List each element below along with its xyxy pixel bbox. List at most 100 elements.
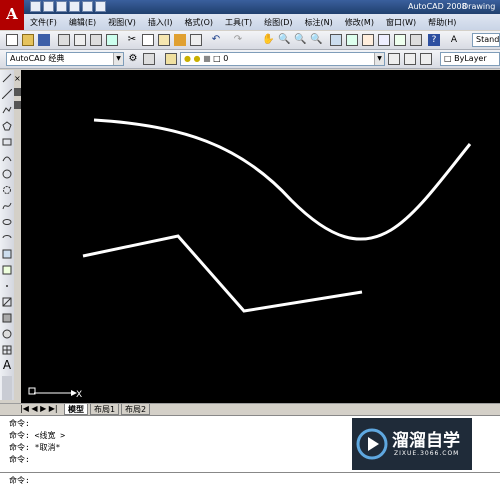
3d-dwf-icon[interactable] [106,34,118,46]
menu-insert[interactable]: 插入(I) [142,17,179,28]
workspace-settings-icon[interactable] [143,53,155,65]
menu-dimension[interactable]: 标注(N) [299,17,339,28]
qnew-icon[interactable] [6,34,18,46]
tab-layout2[interactable]: 布局2 [121,404,151,415]
design-center-icon[interactable] [346,34,358,46]
block-editor-icon[interactable] [190,34,202,46]
zoom-realtime-icon[interactable]: 🔍 [278,34,290,46]
polygon-icon[interactable] [2,121,12,131]
tool-palettes-icon[interactable] [362,34,374,46]
tab-nav-arrows[interactable]: |◀ ◀ ▶ ▶| [20,404,58,413]
sheet-set-icon[interactable] [378,34,390,46]
command-prompt: 命令: [9,476,30,485]
autocad-logo[interactable]: A [0,0,24,30]
polyline-shape[interactable] [82,234,363,313]
redo-tool-icon[interactable]: ↷ [232,34,244,46]
document-title: Drawing [462,2,496,11]
ellipse-icon[interactable] [2,217,12,227]
line-icon[interactable] [2,73,12,83]
tab-model[interactable]: 模型 [64,404,88,415]
undo-tool-icon[interactable]: ↶ [210,34,222,46]
undo-icon[interactable] [82,1,93,12]
circle-icon[interactable] [2,169,12,179]
quick-access-toolbar [30,1,106,13]
menu-view[interactable]: 视图(V) [102,17,142,28]
copy-icon[interactable] [142,34,154,46]
command-input[interactable]: 命令: [0,472,500,487]
rectangle-icon[interactable] [2,137,12,147]
play-logo-icon [356,428,388,460]
layer-manager-icon[interactable] [165,53,177,65]
ellipse-arc-icon[interactable] [2,233,12,243]
panel-icon[interactable] [14,101,21,109]
layer-combo[interactable]: ● ● ■ □ 0 ▼ [180,52,385,66]
ucs-x-label: X [76,390,82,400]
menu-bar: 文件(F) 编辑(E) 视图(V) 插入(I) 格式(O) 工具(T) 绘图(D… [24,14,500,30]
paste-icon[interactable] [158,34,170,46]
plot-icon[interactable] [58,34,70,46]
menu-modify[interactable]: 修改(M) [339,17,380,28]
close-icon[interactable]: × [14,75,21,83]
qopen-icon[interactable] [22,34,34,46]
spline-icon[interactable] [2,201,12,211]
tab-layout1[interactable]: 布局1 [90,404,120,415]
markup-icon[interactable] [394,34,406,46]
redo-icon[interactable] [95,1,106,12]
pan-icon[interactable]: ✋ [262,34,274,46]
lightbulb-icon: ● [184,54,191,63]
gear-icon[interactable]: ⚙ [127,53,139,65]
text-style-icon[interactable]: A [448,34,460,46]
text-icon[interactable]: A [2,359,12,371]
menu-window[interactable]: 窗口(W) [380,17,422,28]
calculator-icon[interactable] [410,34,422,46]
zoom-window-icon[interactable]: 🔍 [294,34,306,46]
layer-states-icon[interactable] [420,53,432,65]
print-icon[interactable] [69,1,80,12]
region-icon[interactable] [2,329,12,339]
menu-format[interactable]: 格式(O) [178,17,219,28]
revision-cloud-icon[interactable] [2,185,12,195]
new-icon[interactable] [30,1,41,12]
qsave-icon[interactable] [38,34,50,46]
gradient-icon[interactable] [2,313,12,323]
match-properties-icon[interactable] [174,34,186,46]
linetype-value: ByLayer [454,54,487,63]
drawing-surface[interactable]: X [21,70,500,403]
menu-draw[interactable]: 绘图(D) [258,17,298,28]
table-icon[interactable] [2,345,12,355]
point-icon[interactable] [2,281,12,291]
drawing-canvas[interactable]: X [21,70,500,403]
linetype-combo[interactable]: □ ByLayer [440,52,500,66]
plot-preview-icon[interactable] [74,34,86,46]
text-style-combo[interactable]: Stand [472,33,500,47]
spline-curve[interactable] [93,118,472,241]
open-icon[interactable] [43,1,54,12]
menu-help[interactable]: 帮助(H) [422,17,462,28]
toolbar-grip[interactable] [2,376,12,400]
menu-tools[interactable]: 工具(T) [219,17,258,28]
color-swatch-icon: □ [444,54,452,63]
cut-icon[interactable]: ✂ [126,34,138,46]
construction-line-icon[interactable] [2,89,12,99]
zoom-previous-icon[interactable]: 🔍 [310,34,322,46]
properties-icon[interactable] [330,34,342,46]
publish-icon[interactable] [90,34,102,46]
command-line-1: 命令: [9,419,30,428]
canvas-side-toolbar: × [14,70,21,403]
draw-toolbar: A [0,70,15,400]
insert-block-icon[interactable] [2,249,12,259]
panel-icon[interactable] [14,88,21,96]
make-current-layer-icon[interactable] [388,53,400,65]
command-line-4: 命令: [9,455,30,464]
polyline-icon[interactable] [2,105,12,115]
help-icon[interactable]: ? [428,34,440,46]
layer-previous-icon[interactable] [404,53,416,65]
make-block-icon[interactable] [2,265,12,275]
hatch-icon[interactable] [2,297,12,307]
menu-file[interactable]: 文件(F) [24,17,63,28]
save-icon[interactable] [56,1,67,12]
arc-icon[interactable] [2,153,12,163]
workspace-combo[interactable]: AutoCAD 经典 ▼ [6,52,124,66]
menu-edit[interactable]: 编辑(E) [63,17,102,28]
workspace-value: AutoCAD 经典 [10,54,65,63]
